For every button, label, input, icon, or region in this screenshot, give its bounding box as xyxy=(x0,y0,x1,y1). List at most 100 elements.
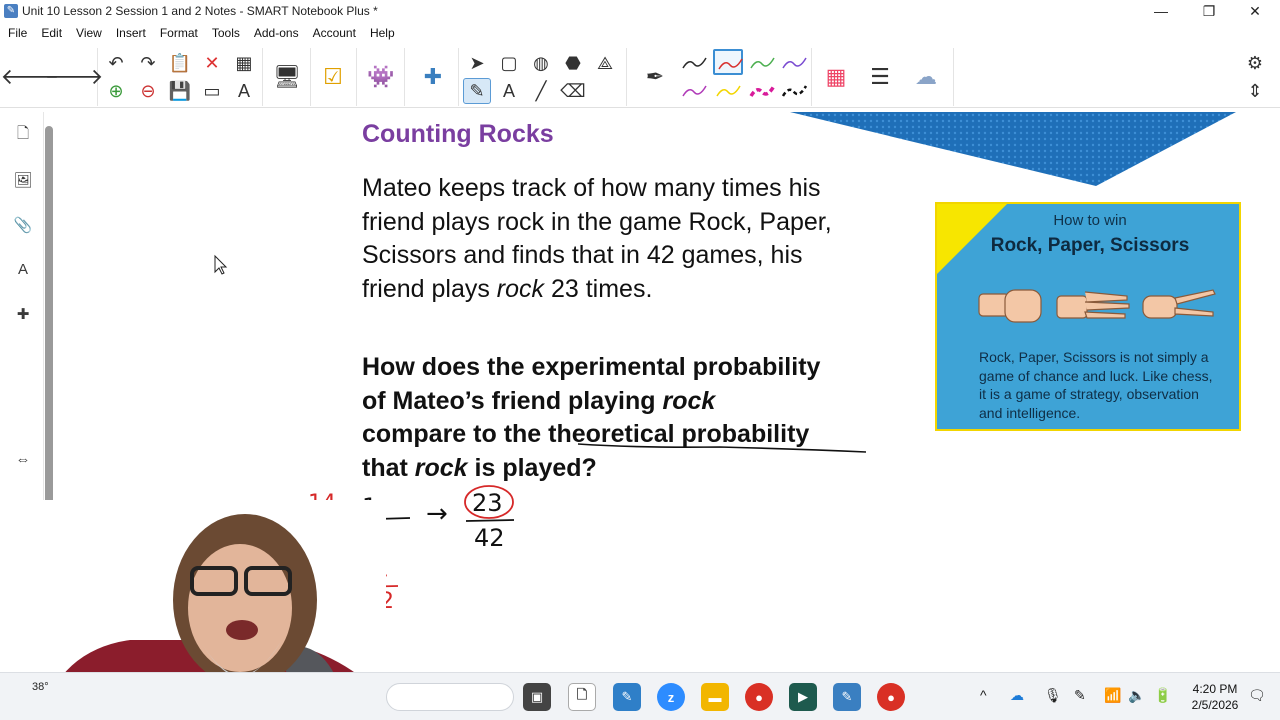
next-page-button[interactable]: 🡒 xyxy=(45,54,104,100)
title-bar: ✎ Unit 10 Lesson 2 Session 1 and 2 Notes… xyxy=(0,0,1280,22)
attachments-icon[interactable]: 📎 xyxy=(12,214,34,236)
menu-account[interactable]: Account xyxy=(313,26,356,40)
menu-insert[interactable]: Insert xyxy=(116,26,146,40)
pen-tray-icon[interactable]: ✎ xyxy=(1074,687,1086,704)
document-camera-icon[interactable]: 🖥 xyxy=(269,54,305,100)
properties-group: ▦ ☰ ☁ xyxy=(812,48,954,106)
text-recognition-icon[interactable]: A xyxy=(230,78,258,104)
gallery-icon[interactable]: 🖼 xyxy=(12,169,34,191)
presenter-face xyxy=(188,544,292,672)
chrome-icon[interactable]: ● xyxy=(745,683,773,711)
line-properties-icon[interactable]: ☰ xyxy=(862,54,898,100)
toolbar-position-icon[interactable]: ⇕ xyxy=(1241,78,1269,104)
clock-date: 2/5/2026 xyxy=(1191,698,1239,712)
problem-line-3: Scissors and finds that in 42 games, his xyxy=(362,241,803,269)
activity-builder-icon[interactable]: 👾 xyxy=(363,54,399,100)
text-icon[interactable]: A xyxy=(495,78,523,104)
minimize-button[interactable]: — xyxy=(1138,0,1184,22)
pen-style-3[interactable] xyxy=(747,50,777,76)
smart-notebook-icon: ✎ xyxy=(4,4,18,18)
page-title: Counting Rocks xyxy=(362,120,554,148)
page-scrollbar[interactable] xyxy=(45,126,53,556)
undo-icon[interactable]: ↶ xyxy=(102,50,130,76)
fill-icon[interactable]: ⬣ xyxy=(559,50,587,76)
pen-style-8[interactable] xyxy=(779,78,809,104)
notebook-app-icon[interactable]: ✎ xyxy=(613,683,641,711)
question-line-2: of Mateo’s friend playing rock xyxy=(362,386,716,415)
tools-group: ➤ ▢ ◍ ⬣ ⟁ ✎ A ╱ ⌫ xyxy=(459,48,627,106)
add-page-icon[interactable]: ⊕ xyxy=(102,78,130,104)
paper-hand-icon xyxy=(1056,291,1130,319)
menu-tools[interactable]: Tools xyxy=(212,26,240,40)
video-editor-icon[interactable]: ▶ xyxy=(789,683,817,711)
rps-infographic[interactable]: How to win Rock, Paper, Scissors Rock, P… xyxy=(935,202,1241,431)
properties-icon[interactable]: A xyxy=(12,258,34,280)
volume-icon[interactable]: 🔈 xyxy=(1128,687,1145,704)
note-icon[interactable]: ▢ xyxy=(495,50,523,76)
windows-taskbar: 38° ▣ 🗋 ✎ z ▬ ● ▶ ✎ ● ^ ☁ 🎙 ✎ 📶 🔈 🔋 4:20… xyxy=(0,672,1280,720)
magic-pen-icon[interactable]: ⟁ xyxy=(591,50,619,76)
task-view-icon[interactable]: ▣ xyxy=(523,683,551,711)
pen-type-icon[interactable]: ✒ xyxy=(637,54,673,100)
add-ons-sidebar-icon[interactable]: ✚ xyxy=(12,303,34,325)
scissors-hand-icon xyxy=(1142,289,1216,319)
pens-icon[interactable]: ✎ xyxy=(463,78,491,104)
card-title: Rock, Paper, Scissors xyxy=(990,235,1190,256)
menu-edit[interactable]: Edit xyxy=(41,26,62,40)
window-title: Unit 10 Lesson 2 Session 1 and 2 Notes -… xyxy=(22,4,378,18)
pen-style-5[interactable] xyxy=(679,78,709,104)
eraser-icon[interactable]: ⌫ xyxy=(559,78,587,104)
tray-chevron-icon[interactable]: ^ xyxy=(980,687,987,703)
response-icon[interactable]: ☑ xyxy=(315,54,351,100)
pen-style-2[interactable] xyxy=(713,49,743,75)
pen-style-1[interactable] xyxy=(679,50,709,76)
select-icon[interactable]: ➤ xyxy=(463,50,491,76)
menu-help[interactable]: Help xyxy=(370,26,395,40)
save-icon[interactable]: 💾 xyxy=(166,78,194,104)
resize-panel-icon[interactable]: ⇔ xyxy=(12,448,34,470)
table-icon[interactable]: ▦ xyxy=(230,50,258,76)
shapes-icon[interactable]: ◍ xyxy=(527,50,555,76)
close-button[interactable]: ✕ xyxy=(1232,0,1278,22)
menu-add-ons[interactable]: Add-ons xyxy=(254,26,299,40)
weather-widget[interactable]: 38° xyxy=(32,681,49,693)
activity-group: 👾 xyxy=(357,48,405,106)
pen-style-7[interactable] xyxy=(747,78,777,104)
previous-page-button[interactable]: 🡐 xyxy=(1,54,60,100)
battery-icon[interactable]: 🔋 xyxy=(1154,687,1171,704)
delete-icon[interactable]: ✕ xyxy=(198,50,226,76)
menu-view[interactable]: View xyxy=(76,26,102,40)
restore-button[interactable]: ❐ xyxy=(1186,0,1232,22)
problem-line-1: Mateo keeps track of how many times his xyxy=(362,174,821,202)
redo-icon[interactable]: ↷ xyxy=(134,50,162,76)
chrome-profile-icon[interactable]: ● xyxy=(877,683,905,711)
effects-icon[interactable]: ☁ xyxy=(908,54,944,100)
problem-line-2: friend plays rock in the game Rock, Pape… xyxy=(362,207,832,236)
taskbar-search[interactable] xyxy=(386,683,514,711)
microphone-icon[interactable]: 🎙 xyxy=(1044,687,1062,704)
notification-icon[interactable]: 🗨 xyxy=(1248,687,1266,704)
file-icon[interactable]: 🗋 xyxy=(568,683,596,711)
menu-format[interactable]: Format xyxy=(160,26,198,40)
paste-icon[interactable]: 📋 xyxy=(166,50,194,76)
color-palette-icon[interactable]: ▦ xyxy=(818,54,854,100)
pen-style-6[interactable] xyxy=(713,78,743,104)
question-line-1: How does the experimental probability xyxy=(362,353,821,381)
pen-style-4[interactable] xyxy=(779,50,809,76)
settings-gear-icon[interactable]: ⚙ xyxy=(1241,50,1269,76)
file-explorer-icon[interactable]: ▬ xyxy=(701,683,729,711)
zoom-icon[interactable]: z xyxy=(657,683,685,711)
clock-time: 4:20 PM xyxy=(1192,682,1238,696)
page-sorter-icon[interactable]: 🗋 xyxy=(12,124,34,146)
wifi-icon[interactable]: 📶 xyxy=(1104,687,1121,704)
delete-page-icon[interactable]: ⊖ xyxy=(134,78,162,104)
rock-hand-icon xyxy=(978,289,1042,323)
menu-file[interactable]: File xyxy=(8,26,27,40)
line-icon[interactable]: ╱ xyxy=(527,78,555,104)
system-clock[interactable]: 4:20 PM 2/5/2026 xyxy=(1186,681,1244,713)
screen-shade-icon[interactable]: ▭ xyxy=(198,78,226,104)
notebook-active-icon[interactable]: ✎ xyxy=(833,683,861,711)
add-ons-icon[interactable]: ✚ xyxy=(415,54,451,100)
onedrive-icon[interactable]: ☁ xyxy=(1010,687,1024,704)
question-line-3: compare to the theoretical probability xyxy=(362,420,810,448)
